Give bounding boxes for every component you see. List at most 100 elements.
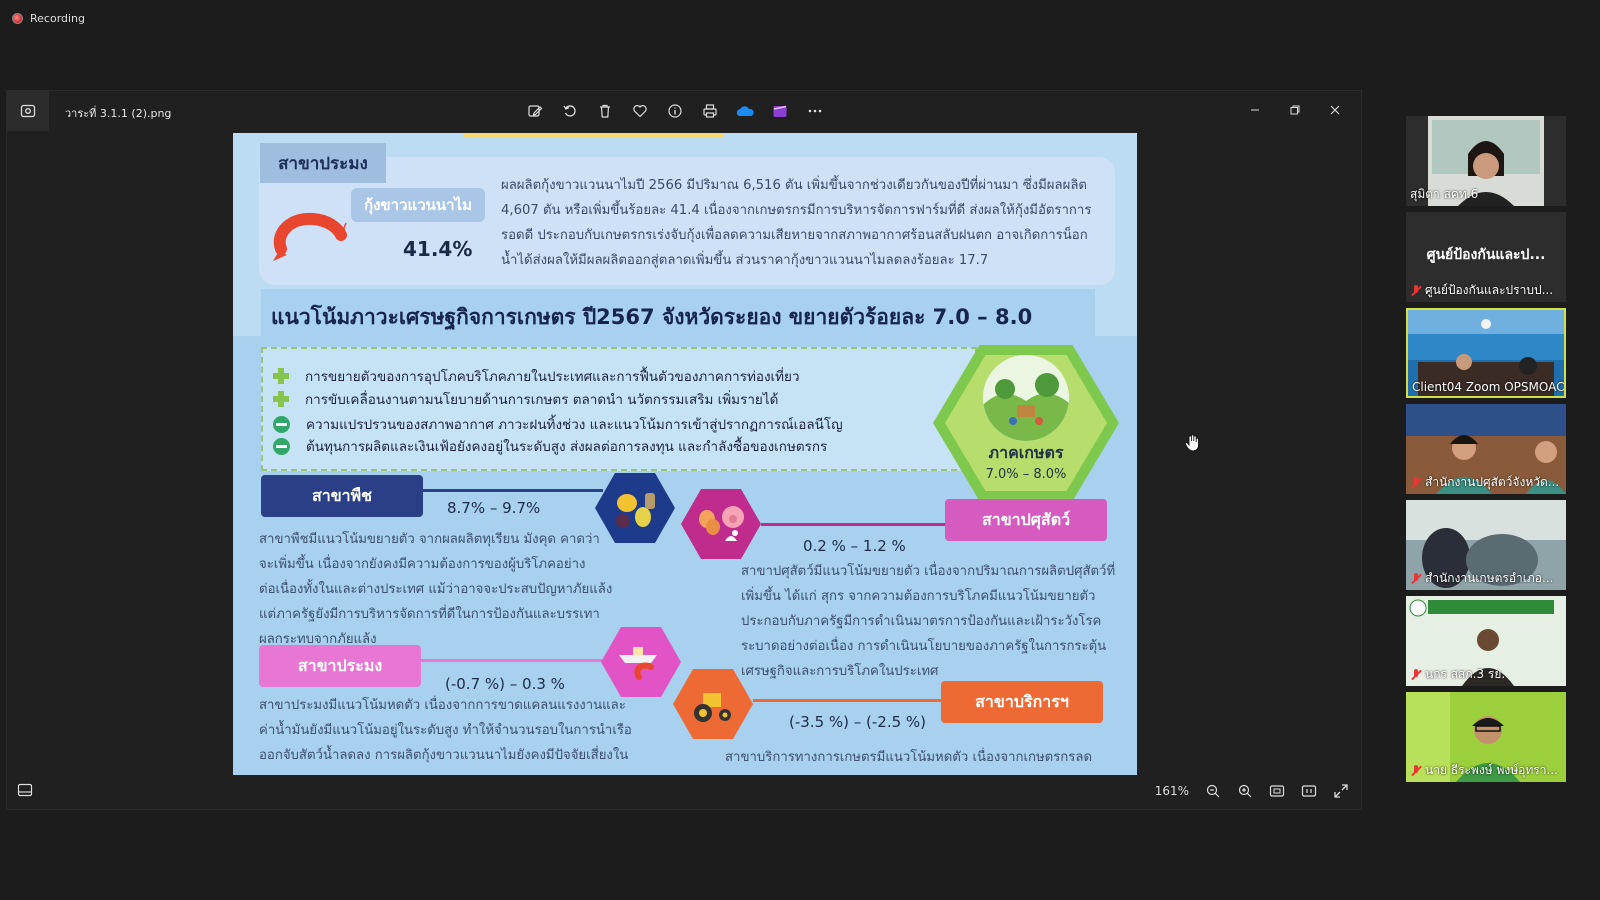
factor-positive-1: การขยายตัวของการอุปโภคบริโภคภายในประเทศแ… (273, 365, 800, 387)
factor-negative-1: ความแปรปรวนของสภาพอากาศ ภาวะฝนทิ้งช่วง แ… (273, 413, 843, 435)
zoom-in-icon[interactable] (1233, 779, 1257, 803)
plant-range: 8.7% – 9.7% (447, 499, 541, 517)
livestock-line: ประกอบกับภาครัฐมีการดำเนินมาตรการป้องกัน… (741, 614, 1102, 629)
factors-box: การขยายตัวของการอุปโภคบริโภคภายในประเทศแ… (261, 347, 977, 471)
participant-name: นาย ธีระพงษ์ พงษ์อุทรา... (1410, 761, 1558, 780)
shrimp-line: รอดดี ประกอบกับเกษตรกรเร่งจับกุ้งเพื่อลด… (501, 228, 1088, 243)
factor-text: การขยายตัวของการอุปโภคบริโภคภายในประเทศแ… (305, 369, 800, 385)
services-sector-tab: สาขาบริการฯ (941, 681, 1103, 723)
participant-name: สุมิตา สคท.6 (1410, 187, 1479, 201)
livestock-line: สาขาปศุสัตว์มีแนวโน้มขยายตัว เนื่องจากปร… (741, 564, 1116, 579)
minus-icon (273, 415, 290, 433)
fishery-line: ค่าน้ำมันยังมีแนวโน้มอยู่ในระดับสูง ทำให… (259, 723, 632, 738)
participant-tile[interactable]: สุมิตา สคท.6 (1406, 116, 1566, 206)
livestock-paragraph: สาขาปศุสัตว์มีแนวโน้มขยายตัว เนื่องจากปร… (741, 559, 1121, 684)
close-icon[interactable] (1317, 97, 1353, 123)
fishery-line: ออกจับสัตว์น้ำลดลง การผลิตกุ้งขาวแวนนาไม… (259, 748, 629, 763)
delete-icon[interactable] (593, 99, 617, 123)
fullscreen-icon[interactable] (1329, 779, 1353, 803)
forecast-headline: แนวโน้มภาวะเศรษฐกิจการเกษตร ปี2567 จังหว… (261, 289, 1095, 345)
top-strip (463, 133, 723, 138)
onedrive-cloud-icon[interactable] (733, 99, 757, 123)
participant-tile[interactable]: สำนักงานเกษตรอำเภอ... (1406, 500, 1566, 590)
agriculture-range: 7.0% – 8.0% (985, 467, 1067, 482)
shrimp-percent: 41.4% (403, 237, 473, 261)
factor-text: ความแปรปรวนของสภาพอากาศ ภาวะฝนทิ้งช่วง แ… (306, 417, 843, 433)
factor-negative-2: ต้นทุนการผลิตและเงินเฟ้อยังคงอยู่ในระดับ… (273, 435, 827, 457)
shrimp-icon (271, 209, 347, 267)
shrimp-line: น้ำได้ส่งผลให้มีผลผลิตออกสู่ตลาดเพิ่มขึ้… (501, 253, 989, 268)
factor-text: ต้นทุนการผลิตและเงินเฟ้อยังคงอยู่ในระดับ… (306, 439, 828, 455)
fit-to-window-icon[interactable] (1265, 779, 1289, 803)
plant-line: สาขาพืชมีแนวโน้มขยายตัว จากผลผลิตทุเรียน… (259, 532, 600, 547)
mic-muted-icon (1410, 284, 1422, 297)
restore-icon[interactable] (1277, 97, 1313, 123)
participant-tile[interactable]: ศูนย์ป้องกันและป... ศูนย์ป้องกันและปราบป… (1406, 212, 1566, 302)
plant-connector (423, 489, 603, 492)
participant-display-name: ศูนย์ป้องกันและป... (1426, 247, 1546, 263)
plant-line: ต่อเนื่องทั้งในและต่างประเทศ แม้ว่าอาจจะ… (259, 582, 613, 597)
info-icon[interactable] (663, 99, 687, 123)
participant-name: Client04 Zoom OPSMOAC (1412, 380, 1565, 394)
fishery-range: (-0.7 %) – 0.3 % (445, 675, 565, 693)
window-controls (1237, 97, 1353, 123)
participant-name: ศูนย์ป้องกันและปราบป... (1410, 281, 1553, 300)
photos-app-icon[interactable] (7, 91, 49, 131)
mic-muted-icon (1410, 572, 1422, 585)
fishery-connector (421, 659, 607, 662)
rotate-icon[interactable] (558, 99, 582, 123)
shrimp-line: 4,607 ตัน หรือเพิ่มขึ้นร้อยละ 41.4 เนื่อ… (501, 203, 1092, 218)
filmstrip-toggle-icon[interactable] (17, 782, 33, 801)
services-connector (753, 699, 945, 702)
factor-positive-2: การขับเคลื่อนงานตามนโยบายด้านการเกษตร ตล… (273, 388, 778, 410)
participant-tile[interactable]: สำนักงานปศุสัตว์จังหวัด... (1406, 404, 1566, 494)
fishery-sector-tab: สาขาประมง (259, 645, 421, 687)
recording-label: Recording (30, 12, 86, 25)
participant-tile[interactable]: นกร สสก.3 รย. (1406, 596, 1566, 686)
zoom-level[interactable]: 161% (1155, 784, 1189, 798)
fishery-top-tab: สาขาประมง (260, 143, 386, 183)
hand-cursor-icon (1184, 434, 1200, 456)
minus-icon (273, 437, 290, 455)
services-line: สาขาบริการทางการเกษตรมีแนวโน้มหดตัว เนื่… (725, 750, 1093, 765)
participant-tile-active-speaker[interactable]: Client04 Zoom OPSMOAC (1406, 308, 1566, 398)
livestock-line: ระบาดอย่างต่อเนื่อง การดำเนินนโยบายของภา… (741, 639, 1107, 654)
shrimp-chip: กุ้งขาวแวนนาไม (351, 188, 485, 222)
services-range: (-3.5 %) – (-2.5 %) (789, 713, 927, 731)
participant-tile[interactable]: นาย ธีระพงษ์ พงษ์อุทรา... (1406, 692, 1566, 782)
plant-line: แต่ภาครัฐยังมีการบริหารจัดการที่ดีในการป… (259, 607, 600, 622)
livestock-line: เพิ่มขึ้น ได้แก่ สุกร จากความต้องการบริโ… (741, 589, 1096, 604)
shrimp-line: ผลผลิตกุ้งขาวแวนนาไมปี 2566 มีปริมาณ 6,5… (501, 178, 1087, 193)
livestock-connector (761, 523, 947, 526)
edit-image-icon[interactable] (523, 99, 547, 123)
mic-muted-icon (1410, 668, 1422, 681)
infographic-image: สาขาประมง กุ้งขาวแวนนาไม 41.4% ผลผลิตกุ้… (233, 133, 1137, 775)
fishery-line: สาขาประมงมีแนวโน้มหดตัว เนื่องจากการขาดแ… (259, 698, 626, 713)
recording-dot-icon (12, 13, 23, 24)
agriculture-label: ภาคเกษตร (988, 443, 1064, 462)
livestock-range: 0.2 % – 1.2 % (803, 537, 906, 555)
fishery-paragraph: สาขาประมงมีแนวโน้มหดตัว เนื่องจากการขาดแ… (259, 693, 639, 768)
screen: Recording วาระที่ 3.1.1 (2).png สาขาประม… (0, 0, 1600, 900)
print-icon[interactable] (698, 99, 722, 123)
favorite-heart-icon[interactable] (628, 99, 652, 123)
recording-indicator: Recording (12, 12, 85, 25)
viewer-toolbar (523, 99, 827, 123)
plus-icon (273, 391, 289, 407)
shrimp-paragraph: ผลผลิตกุ้งขาวแวนนาไมปี 2566 มีปริมาณ 6,5… (501, 173, 1105, 273)
livestock-sector-tab: สาขาปศุสัตว์ (945, 499, 1107, 541)
participant-name: นกร สสก.3 รย. (1410, 665, 1505, 684)
plant-sector-tab: สาขาพืช (261, 475, 423, 517)
zoom-controls: 161% (1155, 779, 1353, 803)
more-options-icon[interactable] (803, 99, 827, 123)
zoom-out-icon[interactable] (1201, 779, 1225, 803)
viewer-statusbar: 161% (7, 773, 1361, 809)
plus-icon (273, 368, 289, 384)
minimize-icon[interactable] (1237, 97, 1273, 123)
file-name: วาระที่ 3.1.1 (2).png (65, 107, 172, 120)
actual-size-icon[interactable] (1297, 779, 1321, 803)
clipchamp-video-icon[interactable] (768, 99, 792, 123)
services-paragraph: สาขาบริการทางการเกษตรมีแนวโน้มหดตัว เนื่… (725, 745, 1125, 770)
participant-name: สำนักงานเกษตรอำเภอ... (1410, 569, 1553, 588)
farm-illustration-icon (983, 355, 1069, 441)
